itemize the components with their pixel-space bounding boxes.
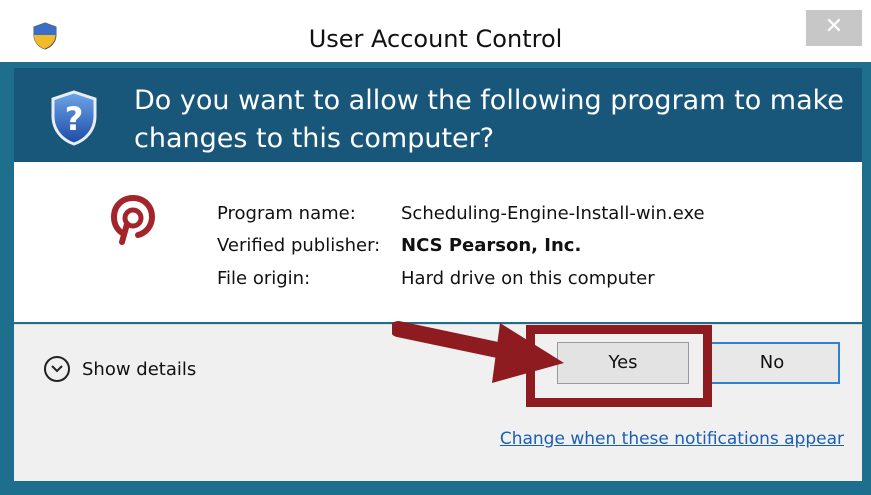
window-title: User Account Control [308, 25, 563, 53]
program-name-row: Program name: Scheduling-Engine-Install-w… [217, 202, 705, 226]
dialog-footer: Show details Yes No Change when these no… [14, 321, 862, 481]
title-bar: User Account Control ✕ [0, 0, 871, 62]
program-info: Program name: Scheduling-Engine-Install-w… [14, 162, 862, 322]
file-origin-value: Hard drive on this computer [401, 268, 655, 289]
no-button[interactable]: No [704, 342, 840, 384]
publisher-label: Verified publisher: [217, 235, 381, 256]
chevron-down-circle-icon [44, 356, 70, 382]
publisher-row: Verified publisher: NCS Pearson, Inc. [217, 234, 581, 258]
program-name-value: Scheduling-Engine-Install-win.exe [401, 203, 705, 224]
show-details-label: Show details [82, 358, 197, 380]
uac-dialog: User Account Control ✕ ? Do you want to … [0, 0, 871, 495]
red-arrow-icon [392, 321, 564, 383]
file-origin-label: File origin: [217, 268, 311, 289]
question-banner: ? Do you want to allow the following pro… [14, 68, 862, 162]
uac-question-shield-icon: ? [51, 90, 97, 146]
pearson-logo-icon [110, 195, 156, 245]
change-notifications-link[interactable]: Change when these notifications appear [500, 429, 844, 449]
publisher-value: NCS Pearson, Inc. [401, 235, 582, 256]
chevron-down-icon [51, 365, 63, 373]
program-name-label: Program name: [217, 203, 356, 224]
show-details-button[interactable]: Show details [44, 354, 196, 384]
file-origin-row: File origin: Hard drive on this computer [217, 267, 655, 291]
prompt-question: Do you want to allow the following progr… [134, 85, 844, 154]
close-button[interactable]: ✕ [806, 10, 862, 46]
svg-text:?: ? [65, 100, 84, 138]
